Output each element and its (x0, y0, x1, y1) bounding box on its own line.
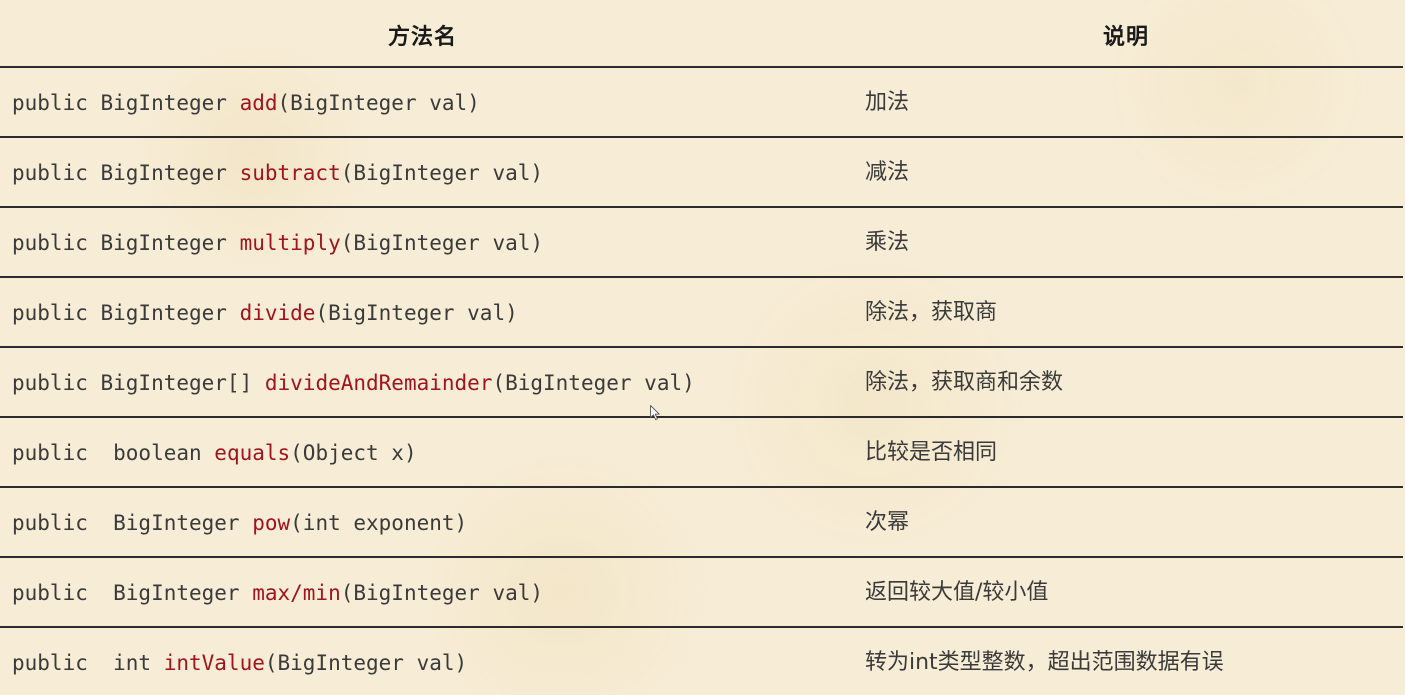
signature-prefix: public int (12, 651, 164, 675)
method-description: 减法 (865, 160, 910, 185)
signature-params: (int exponent) (290, 511, 468, 535)
method-signature: public BigInteger multiply(BigInteger va… (12, 208, 543, 278)
method-description: 除法，获取商和余数 (865, 370, 1064, 395)
method-table: 方法名 说明 public BigInteger add(BigInteger … (0, 0, 1403, 695)
table-row: public BigInteger multiply(BigInteger va… (0, 208, 1403, 278)
signature-prefix: public BigInteger (12, 231, 240, 255)
header-description: 说明 (1103, 25, 1150, 50)
method-description: 加法 (865, 90, 910, 115)
signature-prefix: public BigInteger (12, 581, 253, 605)
method-name: divideAndRemainder (264, 371, 493, 395)
signature-prefix: public boolean (12, 441, 215, 465)
table-row: public BigInteger subtract(BigInteger va… (0, 138, 1403, 208)
method-signature: public BigInteger max/min(BigInteger val… (12, 558, 543, 628)
method-description: 转为int类型整数，超出范围数据有误 (865, 650, 1224, 675)
mouse-pointer-icon (650, 405, 660, 421)
method-description: 次幂 (865, 510, 910, 535)
table-row: public BigInteger pow(int exponent) 次幂 (0, 488, 1403, 558)
method-signature: public BigInteger subtract(BigInteger va… (12, 138, 543, 208)
signature-params: (Object x) (290, 441, 417, 465)
signature-params: (BigInteger val) (492, 371, 695, 395)
signature-params: (BigInteger val) (340, 161, 544, 185)
method-signature: public int intValue(BigInteger val) (12, 628, 467, 695)
table-row: public BigInteger add(BigInteger val) 加法 (0, 68, 1403, 138)
method-description: 比较是否相同 (865, 440, 998, 465)
method-name: add (239, 91, 278, 115)
header-method-name: 方法名 (388, 25, 458, 50)
method-name: multiply (239, 231, 341, 255)
method-description: 乘法 (865, 230, 910, 255)
method-signature: public BigInteger[] divideAndRemainder(B… (12, 348, 695, 418)
signature-prefix: public BigInteger (12, 511, 253, 535)
signature-params: (BigInteger val) (340, 581, 544, 605)
method-name: max/min (252, 581, 341, 605)
method-description: 除法，获取商 (865, 300, 998, 325)
method-signature: public BigInteger pow(int exponent) (12, 488, 467, 558)
signature-prefix: public BigInteger (12, 91, 240, 115)
method-name: pow (252, 511, 291, 535)
table-row: public int intValue(BigInteger val) 转为in… (0, 628, 1403, 695)
signature-prefix: public BigInteger (12, 161, 240, 185)
table-row: public BigInteger divide(BigInteger val)… (0, 278, 1403, 348)
table-row: public boolean equals(Object x) 比较是否相同 (0, 418, 1403, 488)
method-name: divide (239, 301, 316, 325)
table-header: 方法名 说明 (0, 0, 1403, 68)
signature-params: (BigInteger val) (340, 231, 544, 255)
method-name: intValue (163, 651, 265, 675)
signature-prefix: public BigInteger (12, 301, 240, 325)
method-name: equals (214, 441, 291, 465)
method-signature: public BigInteger add(BigInteger val) (12, 68, 480, 138)
table-row: public BigInteger[] divideAndRemainder(B… (0, 348, 1403, 418)
method-name: subtract (239, 161, 341, 185)
table-row: public BigInteger max/min(BigInteger val… (0, 558, 1403, 628)
signature-params: (BigInteger val) (315, 301, 518, 325)
signature-params: (BigInteger val) (277, 91, 480, 115)
method-signature: public BigInteger divide(BigInteger val) (12, 278, 518, 348)
signature-params: (BigInteger val) (264, 651, 468, 675)
signature-prefix: public BigInteger[] (12, 371, 265, 395)
method-description: 返回较大值/较小值 (865, 580, 1049, 605)
method-signature: public boolean equals(Object x) (12, 418, 417, 488)
